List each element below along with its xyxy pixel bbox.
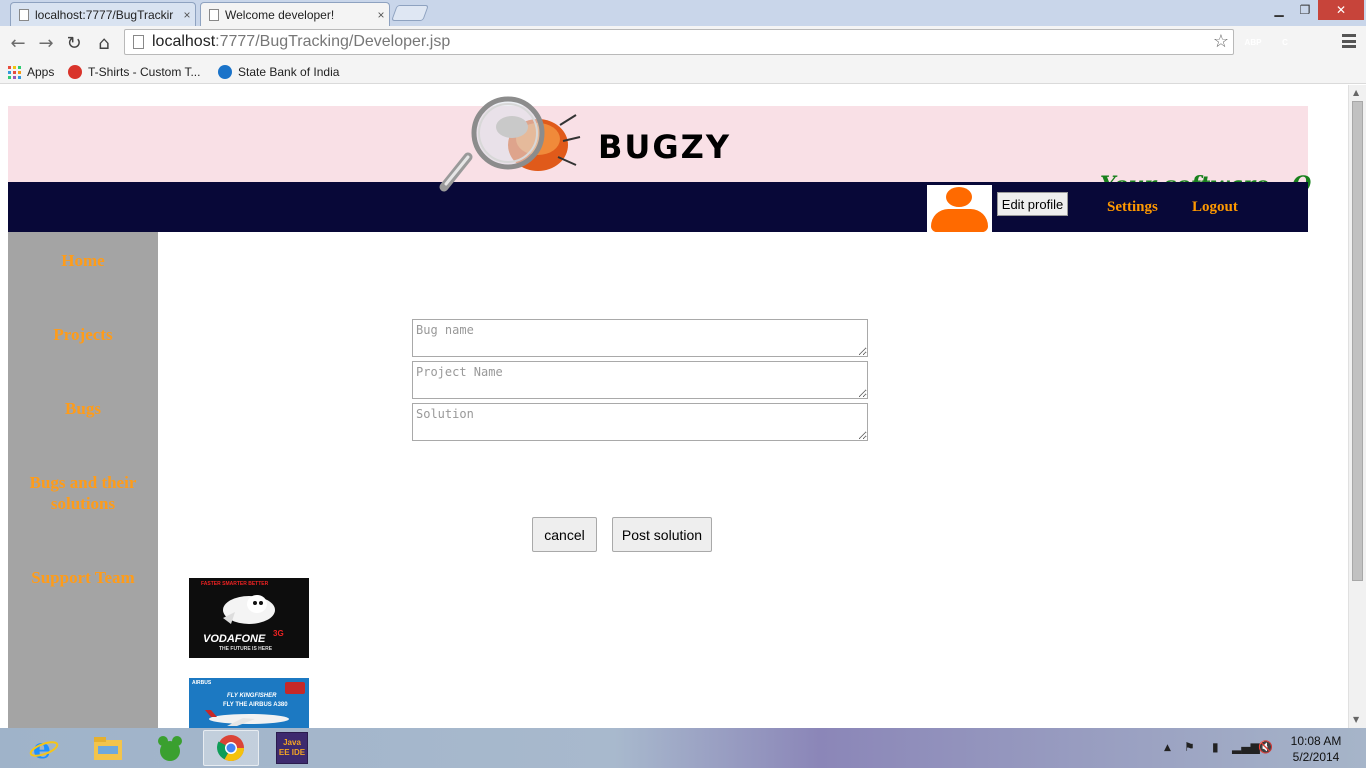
file-explorer-icon[interactable] [80, 730, 136, 766]
close-tab-icon[interactable]: × [373, 8, 389, 22]
ad-corner-label: AIRBUS [192, 680, 212, 686]
vodafone-ad-banner[interactable]: FASTER SMARTER BETTER VODAFONE 3G THE FU… [189, 578, 309, 658]
bugzy-logo-icon [439, 96, 581, 192]
minimize-icon[interactable]: ▁ [1266, 0, 1292, 20]
bookmark-sbi[interactable]: State Bank of India [218, 63, 339, 81]
network-signal-icon[interactable]: ▂▄▆ [1232, 740, 1260, 754]
close-tab-icon[interactable]: × [179, 8, 195, 22]
airplane-icon [205, 710, 289, 726]
url-host: localhost [152, 33, 216, 50]
tab-title: Welcome developer! [225, 7, 335, 22]
page-viewport: BUGZY Your software , O Edit profile Set… [0, 85, 1348, 728]
system-clock[interactable]: 10:08 AM 5/2/2014 [1280, 733, 1352, 765]
ad-headline: FASTER SMARTER BETTER [201, 581, 269, 587]
kingfisher-ad-banner[interactable]: AIRBUS FLY KINGFISHER FLY THE AIRBUS A38… [189, 678, 309, 728]
browser-tab-strip: localhost:7777/BugTrackir × Welcome deve… [0, 0, 1366, 26]
tab-title: localhost:7777/BugTrackir [35, 7, 174, 22]
sidebar-item-projects[interactable]: Projects [8, 324, 158, 345]
logout-link[interactable]: Logout [1192, 199, 1238, 216]
show-hidden-icons-icon[interactable]: ▲ [1164, 743, 1171, 753]
sidebar-item-support-team[interactable]: Support Team [8, 567, 158, 588]
bookmarks-bar: Apps T-Shirts - Custom T... State Bank o… [0, 60, 1366, 84]
page-icon [209, 8, 219, 21]
url-path: :7777/BugTracking/Developer.jsp [215, 33, 451, 50]
ad-brand: VODAFONE [203, 633, 266, 645]
sidebar-item-bugs[interactable]: Bugs [8, 398, 158, 419]
page-icon [133, 35, 144, 49]
bug-name-input[interactable] [412, 319, 868, 357]
user-avatar-icon [927, 185, 992, 232]
extension-green-icon[interactable] [1308, 32, 1328, 52]
page-icon [19, 8, 29, 21]
sidebar: Home Projects Bugs Bugs and their soluti… [8, 232, 158, 728]
top-navbar: Edit profile Settings Logout [8, 182, 1308, 232]
extension-label: ABP [1244, 37, 1262, 47]
ad-brand: FLY KINGFISHER [227, 693, 277, 699]
back-icon[interactable]: ← [6, 31, 30, 55]
scroll-down-icon[interactable]: ▼ [1353, 715, 1359, 724]
reload-icon[interactable]: ↻ [62, 31, 86, 55]
window-close-icon[interactable]: ✕ [1318, 0, 1364, 20]
new-tab-button[interactable] [391, 5, 429, 21]
browser-toolbar: ← → ↻ ⌂ localhost:7777/BugTracking/Devel… [0, 26, 1366, 60]
clock-time: 10:08 AM [1290, 734, 1342, 748]
java-ee-ide-icon[interactable]: Java EE IDE [264, 730, 320, 766]
bookmark-tshirts[interactable]: T-Shirts - Custom T... [68, 63, 200, 81]
home-icon[interactable]: ⌂ [92, 31, 116, 55]
ad-character-icon [223, 595, 275, 624]
bookmark-label: State Bank of India [238, 65, 340, 79]
post-solution-button[interactable]: Post solution [612, 517, 712, 552]
clock-date: 5/2/2014 [1292, 750, 1340, 764]
edit-profile-button[interactable]: Edit profile [997, 192, 1068, 216]
battery-icon[interactable]: ▮ [1212, 740, 1219, 754]
adblock-plus-icon[interactable]: ABP [1243, 32, 1263, 52]
green-app-icon[interactable] [142, 730, 198, 766]
bookmark-label: T-Shirts - Custom T... [88, 65, 201, 79]
volume-muted-icon[interactable]: 🔇 [1258, 740, 1273, 754]
windows-taskbar: e Java EE IDE ▲ ⚑ ▮ ▂▄▆ 🔇 10:08 AM 5/2/2… [0, 728, 1366, 768]
bookmark-label: Apps [27, 65, 55, 79]
brand-title: BUGZY [598, 128, 732, 166]
java-ee-label: Java EE IDE [276, 732, 308, 764]
tshirt-site-icon [68, 65, 82, 79]
bookmark-star-icon[interactable]: ☆ [1213, 31, 1229, 52]
address-bar[interactable]: localhost:7777/BugTracking/Developer.jsp… [124, 29, 1234, 55]
page-scrollbar[interactable]: ▲ ▼ [1348, 85, 1366, 728]
chrome-menu-icon[interactable] [1342, 34, 1356, 48]
settings-link[interactable]: Settings [1107, 199, 1158, 216]
chrome-icon[interactable] [203, 730, 259, 766]
forward-icon[interactable]: → [34, 31, 58, 55]
internet-explorer-icon[interactable]: e [16, 730, 72, 766]
project-name-input[interactable] [412, 361, 868, 399]
sidebar-item-home[interactable]: Home [8, 250, 158, 271]
header-banner: BUGZY Your software , O [8, 106, 1311, 198]
apps-grid-icon [8, 65, 21, 79]
action-center-flag-icon[interactable]: ⚑ [1184, 740, 1195, 754]
sbi-icon [218, 65, 232, 79]
tab-bugtracking[interactable]: localhost:7777/BugTrackir × [10, 2, 196, 26]
ad-tagline: THE FUTURE IS HERE [219, 646, 273, 652]
cancel-button[interactable]: cancel [532, 517, 597, 552]
scrollbar-thumb[interactable] [1352, 101, 1363, 581]
scroll-up-icon[interactable]: ▲ [1353, 88, 1359, 97]
kingfisher-logo-icon [285, 682, 305, 694]
restore-icon[interactable]: ❐ [1292, 0, 1318, 20]
solution-input[interactable] [412, 403, 868, 441]
ad-3g-tag: 3G [273, 629, 284, 638]
extension-c-icon[interactable]: C [1275, 32, 1295, 52]
tab-welcome-developer[interactable]: Welcome developer! × [200, 2, 390, 26]
bookmark-apps[interactable]: Apps [8, 63, 54, 81]
sidebar-item-bugs-solutions[interactable]: Bugs and their solutions [8, 472, 158, 514]
extension-label: C [1282, 37, 1288, 47]
